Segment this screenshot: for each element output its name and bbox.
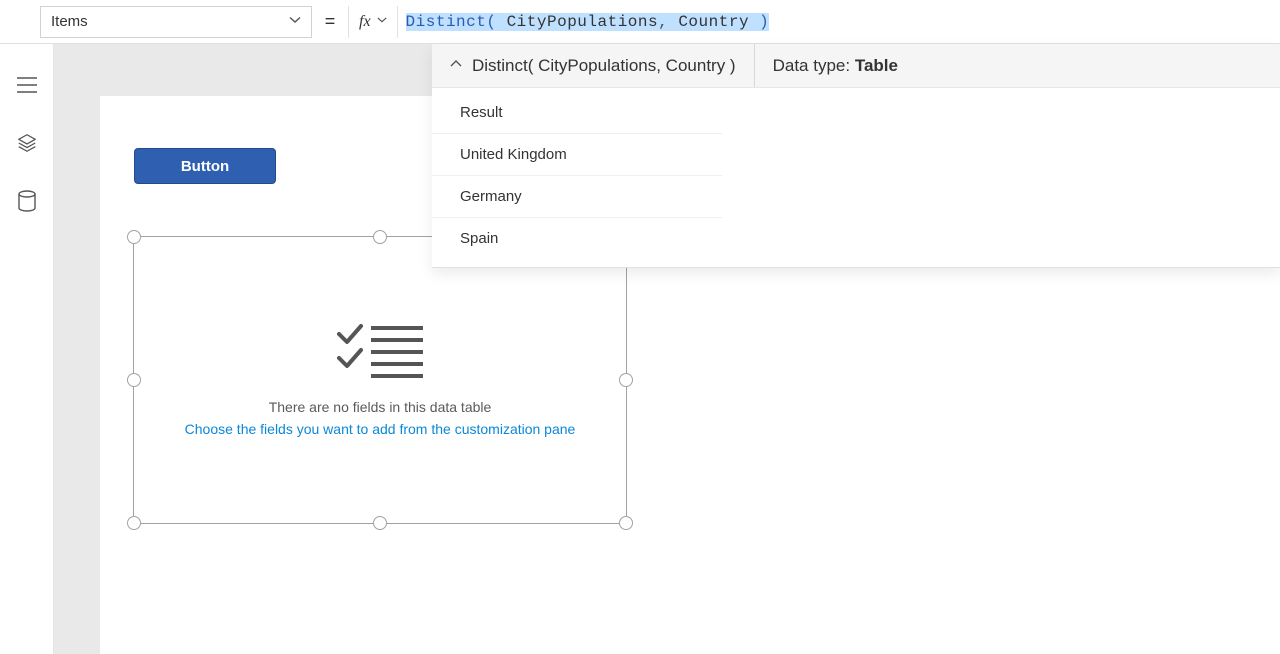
formula-token-arg2: Country (678, 13, 749, 31)
formula-signature-text: Distinct( CityPopulations, Country ) (472, 56, 736, 76)
formula-token-comma: , (658, 13, 668, 31)
checklist-icon (337, 324, 423, 383)
chevron-up-icon (450, 58, 462, 73)
formula-result-panel: Distinct( CityPopulations, Country ) Dat… (432, 44, 1280, 268)
formula-token-close: ) (759, 13, 769, 31)
result-list: Result United Kingdom Germany Spain (432, 88, 1280, 267)
data-icon[interactable] (16, 190, 38, 212)
button-label: Button (181, 158, 229, 175)
formula-token-fn: Distinct (406, 13, 487, 31)
selection-handle[interactable] (619, 373, 633, 387)
formula-input[interactable]: Distinct( CityPopulations, Country ) (398, 6, 1280, 38)
fx-icon: fx (359, 13, 371, 31)
selection-handle[interactable] (619, 516, 633, 530)
property-name: Items (51, 13, 88, 30)
property-dropdown[interactable]: Items (40, 6, 312, 38)
result-row[interactable]: United Kingdom (432, 134, 722, 176)
datatable-empty-link[interactable]: Choose the fields you want to add from t… (185, 421, 576, 437)
formula-signature[interactable]: Distinct( CityPopulations, Country ) (432, 44, 755, 87)
data-type-label: Data type: Table (755, 56, 916, 76)
selection-handle[interactable] (127, 373, 141, 387)
selection-handle[interactable] (373, 516, 387, 530)
formula-bar: Items = fx Distinct( CityPopulations, Co… (0, 0, 1280, 44)
button-control[interactable]: Button (134, 148, 276, 184)
result-row[interactable]: Spain (432, 218, 722, 259)
datatable-placeholder: There are no fields in this data table C… (134, 237, 626, 523)
formula-token-arg1: CityPopulations (507, 13, 659, 31)
selection-handle[interactable] (127, 230, 141, 244)
result-column-header: Result (432, 92, 722, 134)
fx-dropdown[interactable]: fx (348, 6, 398, 38)
hamburger-icon[interactable] (16, 74, 38, 96)
chevron-down-icon (289, 13, 301, 30)
left-sidebar (0, 44, 54, 654)
formula-token-open: ( (486, 13, 496, 31)
datatable-empty-line1: There are no fields in this data table (269, 399, 492, 415)
formula-result-header: Distinct( CityPopulations, Country ) Dat… (432, 44, 1280, 88)
selection-handle[interactable] (373, 230, 387, 244)
result-row[interactable]: Germany (432, 176, 722, 218)
equals-label: = (312, 11, 348, 32)
chevron-down-icon (377, 15, 387, 28)
selection-handle[interactable] (127, 516, 141, 530)
layers-icon[interactable] (16, 132, 38, 154)
datatable-control[interactable]: There are no fields in this data table C… (133, 236, 627, 524)
